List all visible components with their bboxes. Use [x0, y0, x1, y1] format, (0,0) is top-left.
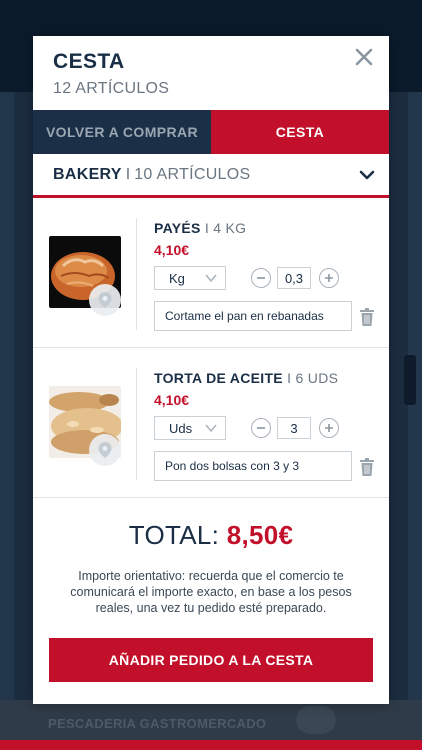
trash-icon[interactable] [360, 308, 374, 326]
section-separator: I [125, 165, 131, 183]
cart-item: PAYÉS I 4 KG 4,10€ Kg 0,3 Cortame el pan… [33, 198, 389, 348]
total-label: TOTAL: [128, 520, 220, 550]
trash-icon[interactable] [360, 458, 374, 476]
background-scroll-handle [404, 355, 416, 405]
item-name-text: PAYÉS [154, 220, 201, 236]
unit-select-value: Uds [169, 420, 193, 436]
cart-title: CESTA [53, 50, 125, 73]
background-red-bar [0, 740, 422, 750]
section-name: BAKERY [53, 165, 122, 183]
plus-icon [325, 424, 333, 432]
cart-tabs: VOLVER A COMPRAR CESTA [33, 110, 389, 154]
decrease-button[interactable] [251, 268, 271, 288]
increase-button[interactable] [319, 418, 339, 438]
map-pin-icon[interactable] [89, 284, 121, 316]
total-amount: 8,50€ [226, 520, 294, 550]
background-footer-icon [296, 706, 336, 734]
item-quantity-label: I 6 UDS [287, 370, 339, 386]
quantity-field[interactable]: 3 [277, 417, 311, 439]
minus-icon [257, 427, 265, 429]
cart-item-count: 12 ARTÍCULOS [53, 80, 170, 97]
close-icon[interactable] [353, 46, 375, 68]
item-quantity-label: I 4 KG [204, 220, 247, 236]
map-pin-icon[interactable] [89, 434, 121, 466]
item-name-text: TORTA DE ACEITE [154, 370, 283, 386]
item-divider [136, 218, 137, 330]
cart-modal: CESTA 12 ARTÍCULOS VOLVER A COMPRAR CEST… [33, 36, 389, 704]
item-price: 4,10€ [154, 392, 190, 408]
tab-back-to-shopping[interactable]: VOLVER A COMPRAR [33, 110, 211, 154]
add-order-button[interactable]: AÑADIR PEDIDO A LA CESTA [49, 638, 373, 682]
item-note-input[interactable]: Pon dos bolsas con 3 y 3 [154, 451, 352, 481]
unit-select[interactable]: Kg [154, 266, 226, 290]
item-name: PAYÉS I 4 KG [154, 220, 246, 236]
cart-header: CESTA 12 ARTÍCULOS [33, 36, 389, 110]
section-item-count: 10 ARTÍCULOS [134, 165, 251, 183]
chevron-down-icon[interactable] [359, 167, 375, 183]
item-note-input[interactable]: Cortame el pan en rebanadas [154, 301, 352, 331]
chevron-down-icon [205, 274, 217, 283]
chevron-down-icon [205, 424, 217, 433]
item-name: TORTA DE ACEITE I 6 UDS [154, 370, 338, 386]
minus-icon [257, 277, 265, 279]
increase-button[interactable] [319, 268, 339, 288]
tab-cart[interactable]: CESTA [211, 110, 389, 154]
item-divider [136, 368, 137, 480]
background-footer-text: PESCADERIA GASTROMERCADO [48, 716, 267, 731]
background-left-panel [0, 92, 14, 712]
plus-icon [325, 274, 333, 282]
item-price: 4,10€ [154, 242, 190, 258]
cart-item: TORTA DE ACEITE I 6 UDS 4,10€ Uds 3 Pon … [33, 348, 389, 498]
price-disclaimer: Importe orientativo: recuerda que el com… [70, 569, 352, 615]
section-bakery-header[interactable]: BAKERY I 10 ARTÍCULOS [33, 154, 389, 198]
unit-select[interactable]: Uds [154, 416, 226, 440]
quantity-field[interactable]: 0,3 [277, 267, 311, 289]
unit-select-value: Kg [169, 270, 185, 286]
cart-total: TOTAL: 8,50€ [33, 520, 389, 551]
decrease-button[interactable] [251, 418, 271, 438]
